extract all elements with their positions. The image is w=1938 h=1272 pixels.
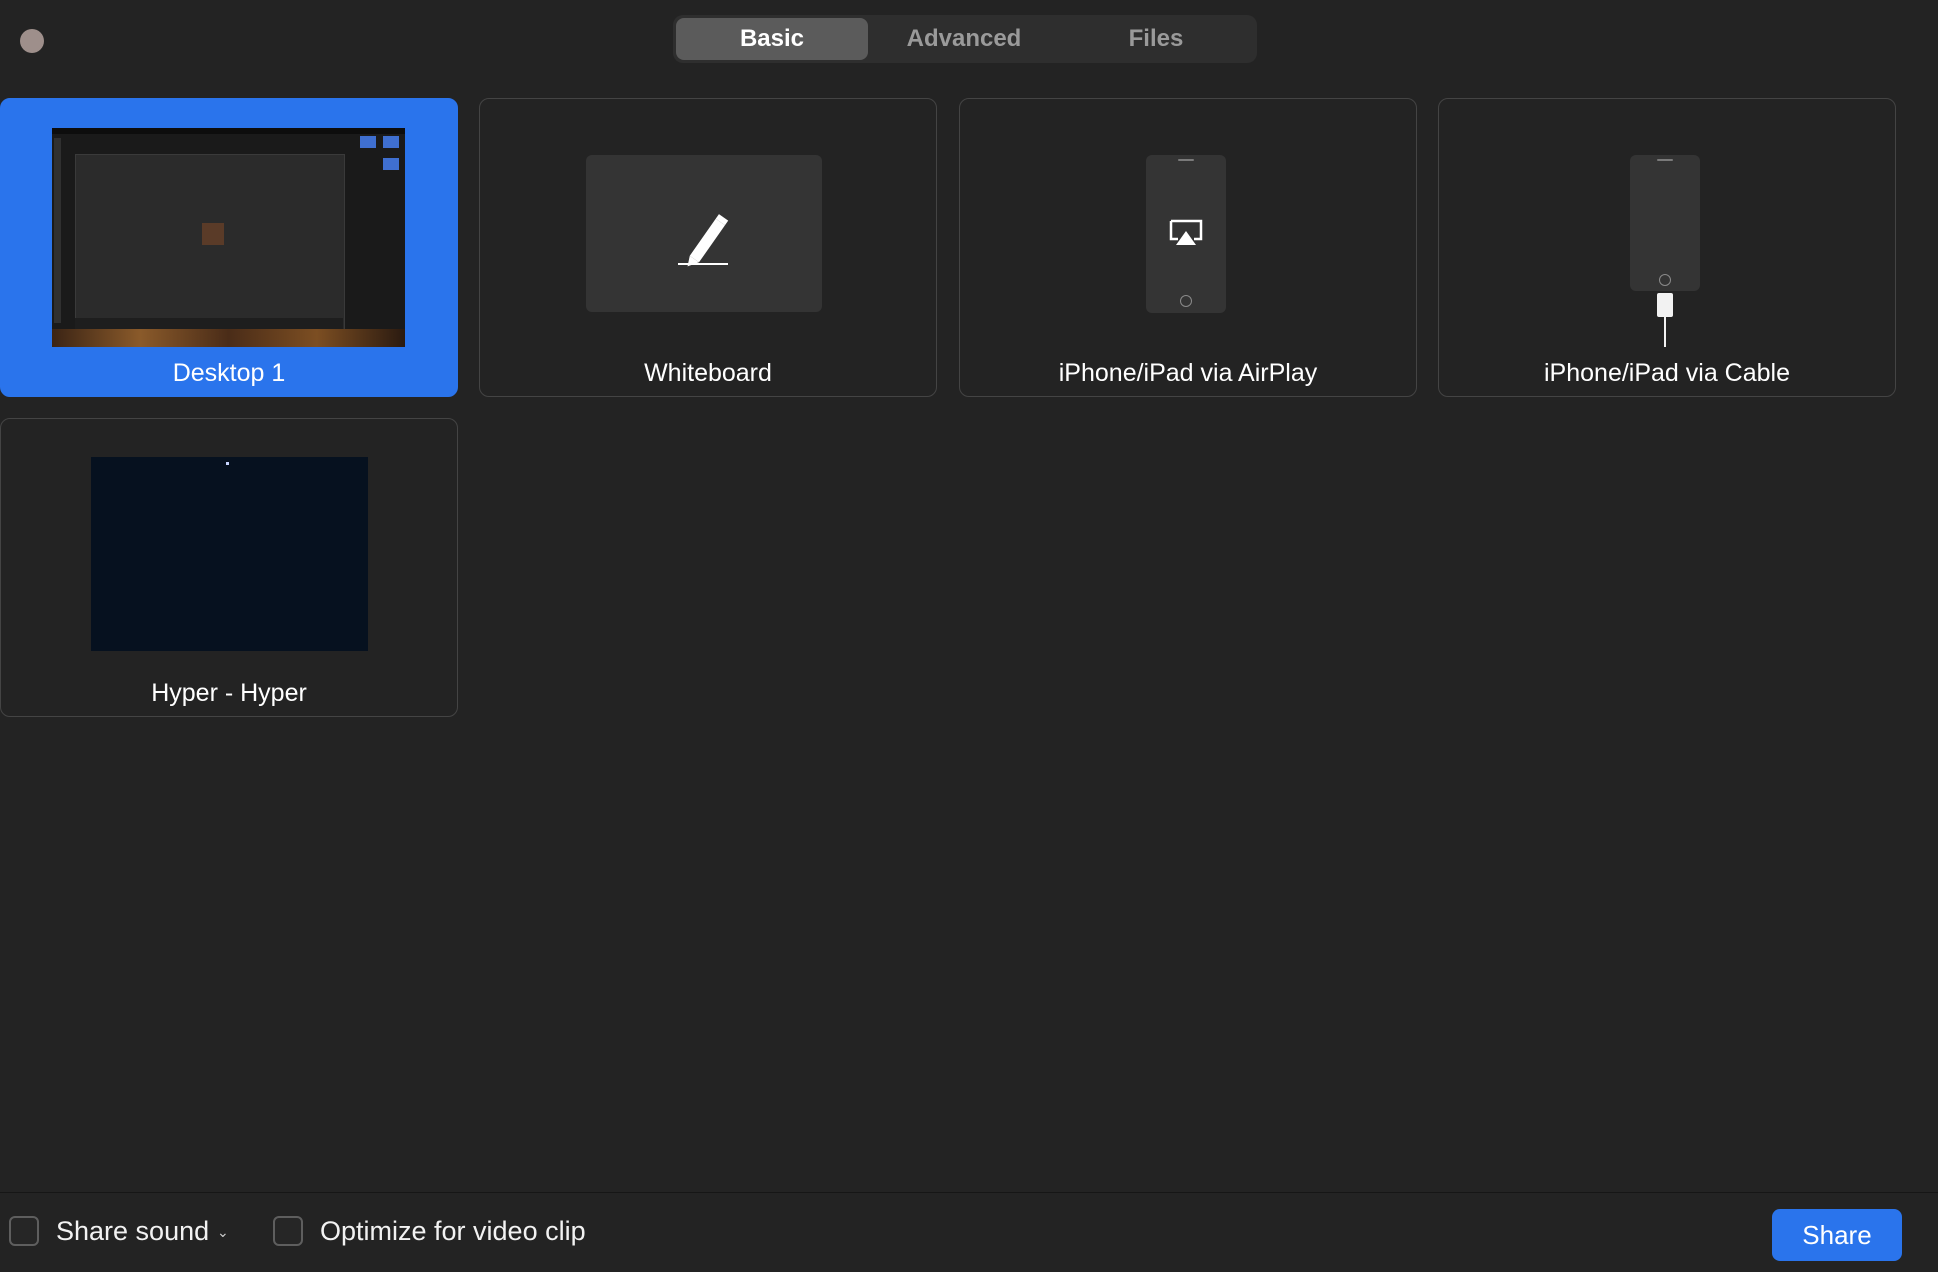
- source-label: Whiteboard: [644, 359, 772, 387]
- desktop-thumbnail: [52, 128, 405, 347]
- source-tile-hyper[interactable]: Hyper - Hyper: [0, 418, 458, 717]
- share-sound-checkbox[interactable]: [9, 1216, 39, 1246]
- thumb-avatar: [202, 223, 224, 245]
- airplay-phone-icon: [1146, 155, 1226, 313]
- source-tile-cable[interactable]: iPhone/iPad via Cable: [1438, 98, 1896, 397]
- chevron-down-icon[interactable]: ⌄: [217, 1216, 229, 1246]
- tab-files[interactable]: Files: [1060, 18, 1252, 60]
- share-button[interactable]: Share: [1772, 1209, 1902, 1261]
- airplay-icon: [1169, 219, 1203, 245]
- optimize-video-label[interactable]: Optimize for video clip: [320, 1216, 586, 1246]
- source-label: iPhone/iPad via Cable: [1544, 359, 1790, 387]
- source-tile-desktop-1[interactable]: Desktop 1: [0, 98, 458, 397]
- phone-home-button: [1180, 295, 1192, 307]
- phone-speaker: [1178, 159, 1194, 161]
- tab-basic[interactable]: Basic: [676, 18, 868, 60]
- share-screen-window: Basic Advanced Files Desktop 1 Whiteboar…: [0, 0, 1938, 1272]
- thumb-dock: [54, 138, 61, 323]
- cable-phone-icon: [1630, 155, 1700, 291]
- thumb-wallpaper: [52, 329, 405, 347]
- cable-wire: [1664, 317, 1666, 347]
- thumb-side-icon: [383, 136, 399, 148]
- tab-advanced[interactable]: Advanced: [868, 18, 1060, 60]
- whiteboard-pen-icon: [678, 214, 729, 267]
- source-tile-airplay[interactable]: iPhone/iPad via AirPlay: [959, 98, 1417, 397]
- phone-speaker: [1657, 159, 1673, 161]
- phone-home-button: [1659, 274, 1671, 286]
- whiteboard-thumbnail: [586, 155, 822, 312]
- close-dot-icon[interactable]: [20, 29, 44, 53]
- bottom-bar: Share sound ⌄ Optimize for video clip Sh…: [0, 1192, 1938, 1272]
- thumb-cursor: [226, 462, 229, 465]
- lightning-plug-icon: [1657, 293, 1673, 317]
- optimize-video-checkbox[interactable]: [273, 1216, 303, 1246]
- share-sound-label[interactable]: Share sound: [56, 1216, 209, 1246]
- thumb-side-icon: [383, 158, 399, 170]
- thumb-side-icon: [360, 136, 376, 148]
- hyper-window-thumbnail: [91, 457, 368, 651]
- source-label: Desktop 1: [172, 359, 286, 387]
- source-label: iPhone/iPad via AirPlay: [1058, 359, 1318, 387]
- tab-bar: Basic Advanced Files: [673, 15, 1257, 63]
- thumb-menubar: [52, 128, 405, 134]
- source-label: Hyper - Hyper: [151, 679, 307, 707]
- source-tile-whiteboard[interactable]: Whiteboard: [479, 98, 937, 397]
